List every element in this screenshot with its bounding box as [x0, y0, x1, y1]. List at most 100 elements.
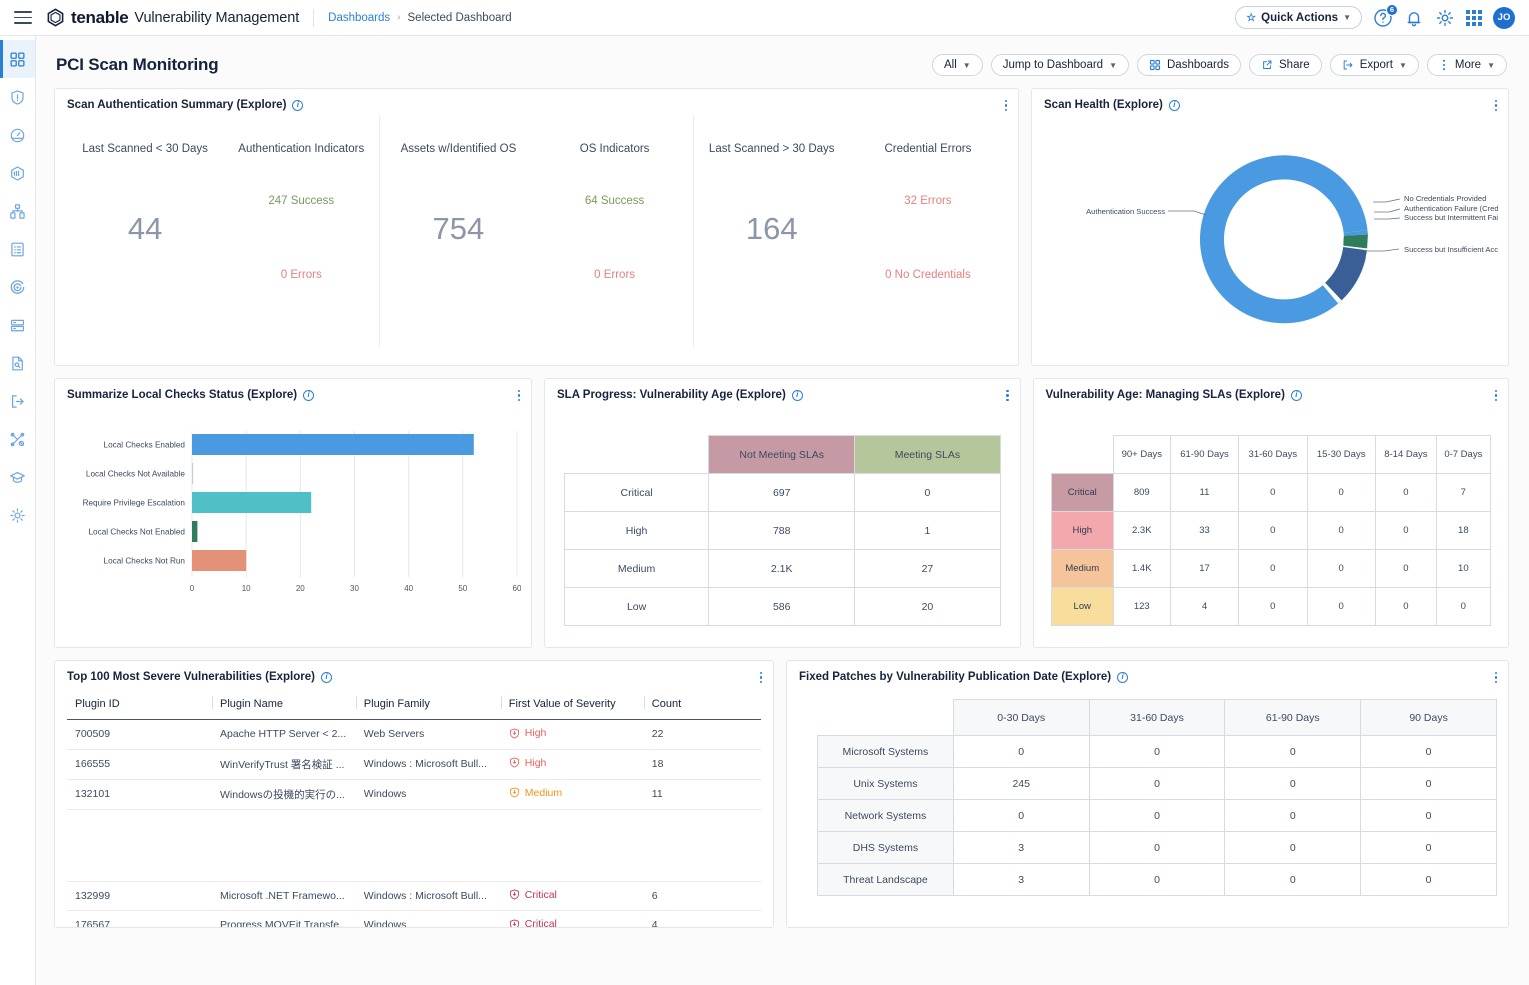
sidebar-item-reports[interactable] — [0, 230, 35, 268]
column-header-first-value-of-severity[interactable]: First Value of Severity — [500, 692, 644, 720]
cell-dhs-0-30[interactable]: 3 — [952, 831, 1090, 864]
table-row[interactable]: Medium 1.4K 17 0 0 0 10 — [1050, 549, 1491, 588]
cell-low-meeting[interactable]: 20 — [854, 587, 1001, 626]
help-button[interactable]: 6 — [1373, 3, 1398, 28]
column-header-count[interactable]: Count — [643, 692, 761, 720]
more-button[interactable]: More ▼ — [1426, 54, 1507, 76]
sidebar-item-learning[interactable] — [0, 458, 35, 496]
sidebar-item-explore[interactable] — [0, 192, 35, 230]
table-row[interactable]: High 2.3K 33 0 0 0 18 — [1050, 511, 1491, 550]
cell-microsoft-31-60[interactable]: 0 — [1088, 735, 1226, 768]
table-row[interactable]: Critical 809 11 0 0 0 7 — [1050, 473, 1491, 512]
panel-kebab-menu[interactable] — [1494, 390, 1497, 402]
cell-dhs-90[interactable]: 0 — [1360, 831, 1497, 864]
filter-all-button[interactable]: All ▼ — [932, 54, 983, 76]
cell-threat-31-60[interactable]: 0 — [1088, 863, 1226, 896]
cell-high-meeting[interactable]: 1 — [854, 511, 1001, 550]
cell-network-31-60[interactable]: 0 — [1088, 799, 1226, 832]
table-row[interactable]: 700509 Apache HTTP Server < 2... Web Ser… — [67, 719, 761, 750]
cell-low-0-7[interactable]: 0 — [1435, 587, 1491, 626]
panel-kebab-menu[interactable] — [1006, 390, 1009, 402]
table-row[interactable]: Medium 2.1K 27 — [563, 549, 1001, 588]
sidebar-item-targets[interactable] — [0, 268, 35, 306]
panel-kebab-menu[interactable] — [1494, 100, 1497, 112]
cell-critical-90-plus[interactable]: 809 — [1112, 473, 1171, 512]
sidebar-item-assets[interactable] — [0, 154, 35, 192]
info-icon[interactable]: i — [292, 99, 304, 111]
cell-microsoft-61-90[interactable]: 0 — [1224, 735, 1362, 768]
cell-critical-15-30[interactable]: 0 — [1306, 473, 1376, 512]
bar-local-checks-enabled[interactable] — [192, 434, 474, 455]
cell-threat-61-90[interactable]: 0 — [1224, 863, 1362, 896]
sidebar-item-tools[interactable] — [0, 420, 35, 458]
share-button[interactable]: Share — [1249, 54, 1322, 76]
notifications-bell-icon[interactable] — [1404, 8, 1424, 28]
hamburger-menu-icon[interactable] — [14, 11, 32, 24]
info-icon[interactable]: i — [303, 389, 315, 401]
table-row[interactable]: DHS Systems 3 0 0 0 — [817, 831, 1497, 864]
cell-microsoft-0-30[interactable]: 0 — [952, 735, 1090, 768]
cell-high-15-30[interactable]: 0 — [1306, 511, 1376, 550]
cell-high-90-plus[interactable]: 2.3K — [1112, 511, 1171, 550]
cell-unix-90[interactable]: 0 — [1360, 767, 1497, 800]
cell-dhs-31-60[interactable]: 0 — [1088, 831, 1226, 864]
cell-medium-15-30[interactable]: 0 — [1306, 549, 1376, 588]
table-row[interactable]: 132999 Microsoft .NET Framewo... Windows… — [67, 881, 761, 911]
cell-critical-8-14[interactable]: 0 — [1374, 473, 1437, 512]
cell-low-15-30[interactable]: 0 — [1306, 587, 1376, 626]
cell-low-31-60[interactable]: 0 — [1238, 587, 1308, 626]
cell-medium-61-90[interactable]: 17 — [1169, 549, 1240, 588]
sidebar-item-documents[interactable] — [0, 344, 35, 382]
bar-local-checks-not-available[interactable] — [192, 463, 194, 484]
cell-high-8-14[interactable]: 0 — [1374, 511, 1437, 550]
bar-local-checks-not-enabled[interactable] — [192, 521, 198, 542]
sidebar-item-findings[interactable] — [0, 116, 35, 154]
settings-gear-icon[interactable] — [1435, 8, 1455, 28]
panel-kebab-menu[interactable] — [517, 390, 520, 402]
table-row[interactable]: Critical 697 0 — [563, 473, 1001, 512]
user-avatar[interactable]: JO — [1493, 6, 1515, 29]
app-switcher-icon[interactable] — [1466, 9, 1482, 26]
table-row[interactable]: Unix Systems 245 0 0 0 — [817, 767, 1497, 800]
cell-critical-61-90[interactable]: 11 — [1169, 473, 1240, 512]
cell-low-90-plus[interactable]: 123 — [1112, 587, 1171, 626]
cell-network-90[interactable]: 0 — [1360, 799, 1497, 832]
table-row[interactable]: Low 586 20 — [563, 587, 1001, 626]
breadcrumb-dashboards-link[interactable]: Dashboards — [328, 12, 390, 24]
cell-low-not-meeting[interactable]: 586 — [708, 587, 856, 626]
cell-critical-0-7[interactable]: 7 — [1435, 473, 1491, 512]
info-icon[interactable]: i — [1168, 99, 1180, 111]
cell-medium-31-60[interactable]: 0 — [1238, 549, 1308, 588]
table-row[interactable]: Threat Landscape 3 0 0 0 — [817, 863, 1497, 896]
table-row[interactable]: 166555 WinVerifyTrust 署名検証 ... Windows :… — [67, 749, 761, 780]
quick-actions-button[interactable]: ☆ Quick Actions ▼ — [1235, 6, 1362, 29]
cell-medium-meeting[interactable]: 27 — [854, 549, 1001, 588]
cell-low-61-90[interactable]: 4 — [1169, 587, 1240, 626]
cell-medium-0-7[interactable]: 10 — [1435, 549, 1491, 588]
panel-kebab-menu[interactable] — [759, 672, 762, 684]
cell-critical-not-meeting[interactable]: 697 — [708, 473, 856, 512]
sidebar-item-dashboards[interactable] — [0, 40, 35, 78]
cell-unix-61-90[interactable]: 0 — [1224, 767, 1362, 800]
info-icon[interactable]: i — [791, 389, 803, 401]
cell-low-8-14[interactable]: 0 — [1374, 587, 1437, 626]
column-header-plugin-name[interactable]: Plugin Name — [212, 692, 356, 720]
sidebar-item-servers[interactable] — [0, 306, 35, 344]
cell-medium-90-plus[interactable]: 1.4K — [1112, 549, 1171, 588]
cell-network-61-90[interactable]: 0 — [1224, 799, 1362, 832]
cell-medium-8-14[interactable]: 0 — [1374, 549, 1437, 588]
panel-kebab-menu[interactable] — [1494, 672, 1497, 684]
export-button[interactable]: Export ▼ — [1329, 54, 1419, 76]
cell-threat-90[interactable]: 0 — [1360, 863, 1497, 896]
table-row[interactable]: High 788 1 — [563, 511, 1001, 550]
bar-local-checks-not-run[interactable] — [192, 550, 247, 571]
jump-to-dashboard-button[interactable]: Jump to Dashboard ▼ — [990, 54, 1129, 76]
panel-kebab-menu[interactable] — [1004, 100, 1007, 112]
sidebar-item-settings[interactable] — [0, 496, 35, 534]
cell-microsoft-90[interactable]: 0 — [1360, 735, 1497, 768]
info-icon[interactable]: i — [1117, 671, 1129, 683]
cell-high-0-7[interactable]: 18 — [1435, 511, 1491, 550]
cell-unix-0-30[interactable]: 245 — [952, 767, 1090, 800]
info-icon[interactable]: i — [320, 671, 332, 683]
cell-medium-not-meeting[interactable]: 2.1K — [708, 549, 856, 588]
